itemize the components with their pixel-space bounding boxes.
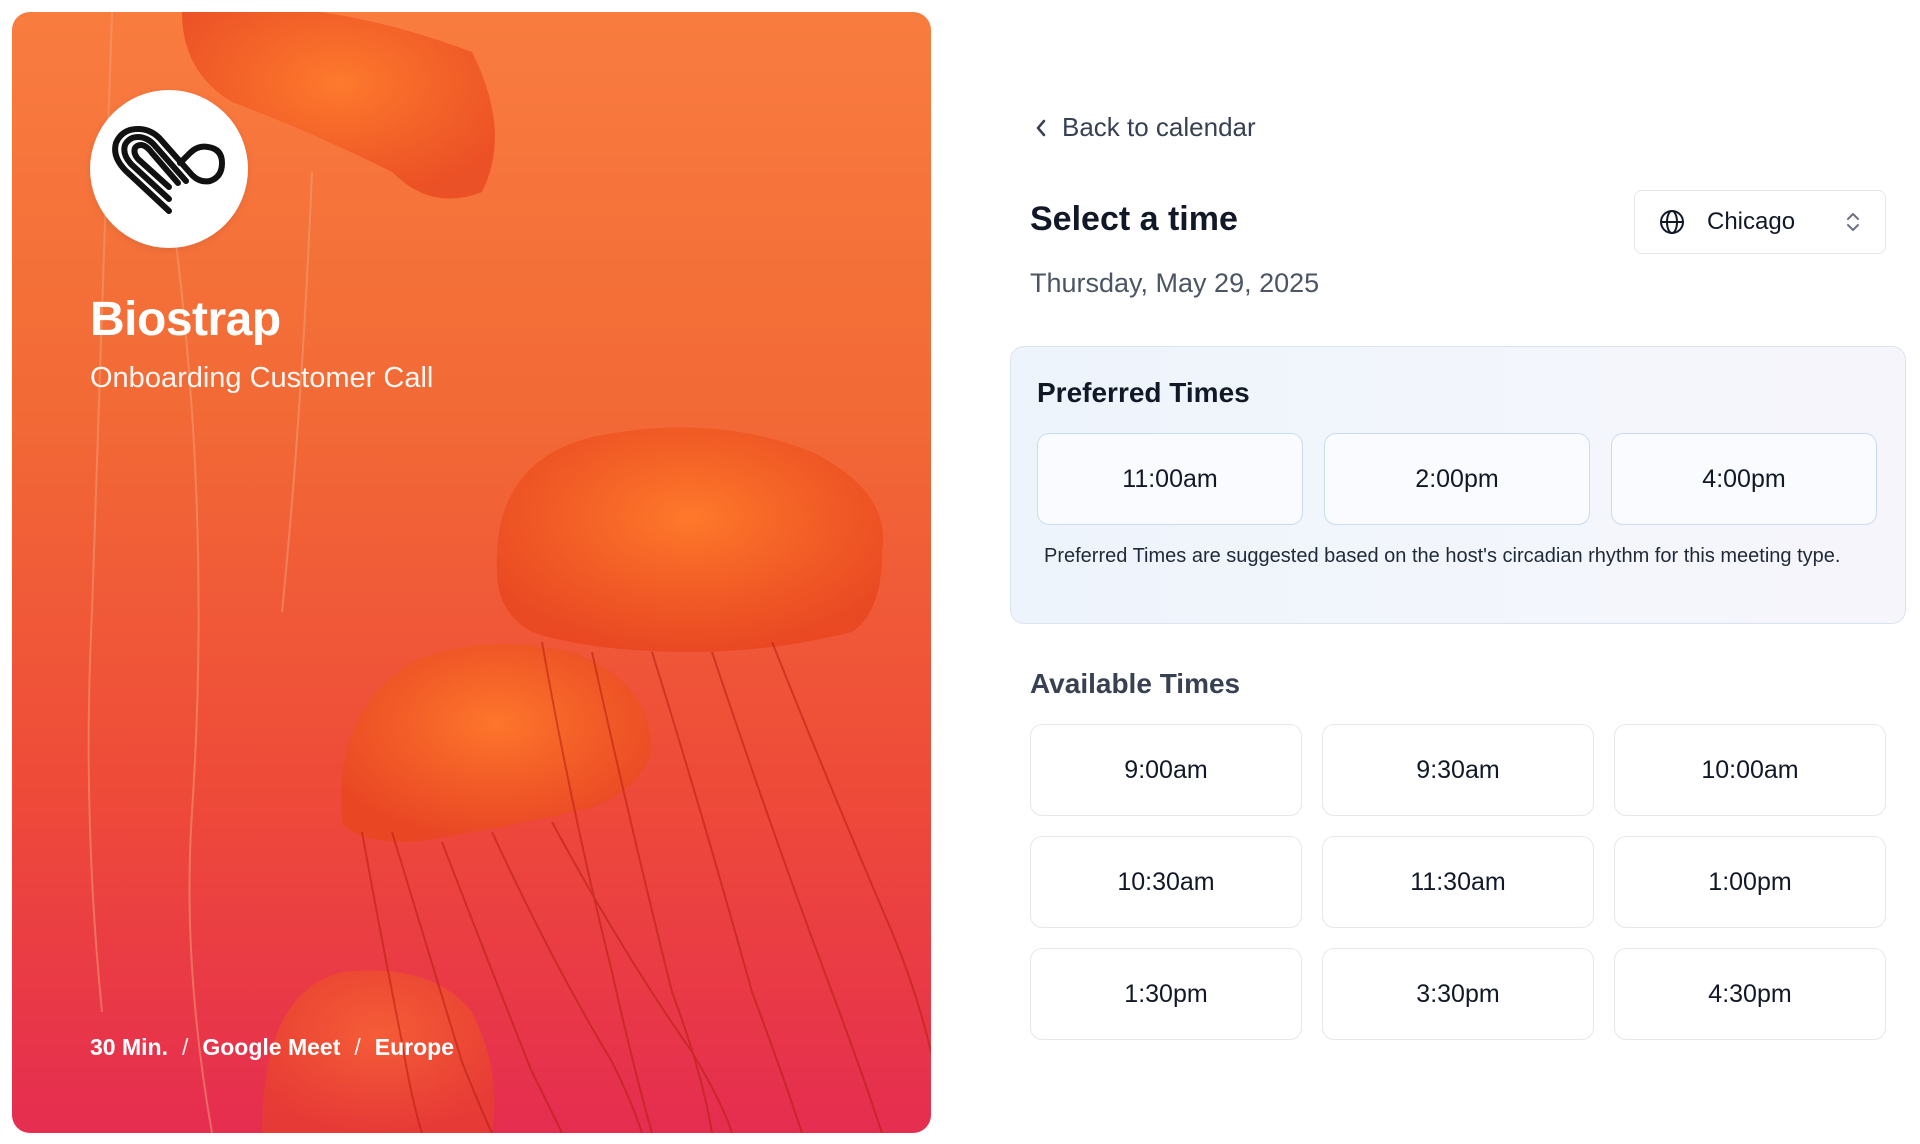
time-slot[interactable]: 3:30pm: [1322, 948, 1594, 1040]
back-link-label: Back to calendar: [1062, 112, 1256, 142]
time-slot[interactable]: 9:30am: [1322, 724, 1594, 816]
page-title: Select a time: [1030, 200, 1238, 238]
meeting-region: Europe: [374, 1034, 454, 1060]
time-slot[interactable]: 11:30am: [1322, 836, 1594, 928]
hero-card: Biostrap Onboarding Customer Call 30 Min…: [12, 12, 931, 1133]
time-slot[interactable]: 10:30am: [1030, 836, 1302, 928]
meta-separator: /: [354, 1034, 361, 1060]
preferred-slot[interactable]: 2:00pm: [1324, 433, 1590, 525]
meeting-platform: Google Meet: [202, 1034, 341, 1060]
preferred-times-note: Preferred Times are suggested based on t…: [1044, 545, 1841, 567]
chevron-up-down-icon: [1847, 213, 1859, 231]
available-times-title: Available Times: [1030, 668, 1241, 699]
time-slot[interactable]: 1:00pm: [1614, 836, 1886, 928]
time-slot[interactable]: 4:30pm: [1614, 948, 1886, 1040]
preferred-slot[interactable]: 4:00pm: [1611, 433, 1877, 525]
globe-icon: [1660, 210, 1684, 234]
biostrap-heart-logo: [112, 125, 226, 214]
back-to-calendar-link[interactable]: Back to calendar: [1034, 112, 1256, 143]
brand-logo: [90, 90, 248, 248]
meeting-details: 30 Min. / Google Meet / Europe: [90, 1034, 454, 1061]
time-slot[interactable]: 1:30pm: [1030, 948, 1302, 1040]
timezone-value: Chicago: [1707, 208, 1796, 235]
preferred-times-panel: Preferred Times 11:00am 2:00pm 4:00pm Pr…: [1010, 346, 1906, 624]
preferred-slot[interactable]: 11:00am: [1037, 433, 1303, 525]
meta-separator: /: [181, 1034, 189, 1060]
chevron-left-icon: [1036, 119, 1046, 136]
time-slot[interactable]: 10:00am: [1614, 724, 1886, 816]
preferred-times-title: Preferred Times: [1037, 377, 1250, 408]
meeting-duration: 30 Min.: [90, 1034, 168, 1060]
time-slot[interactable]: 9:00am: [1030, 724, 1302, 816]
meeting-name: Onboarding Customer Call: [90, 362, 434, 394]
brand-name: Biostrap: [90, 293, 281, 346]
selected-date: Thursday, May 29, 2025: [1030, 268, 1320, 298]
timezone-select[interactable]: Chicago: [1634, 190, 1886, 254]
